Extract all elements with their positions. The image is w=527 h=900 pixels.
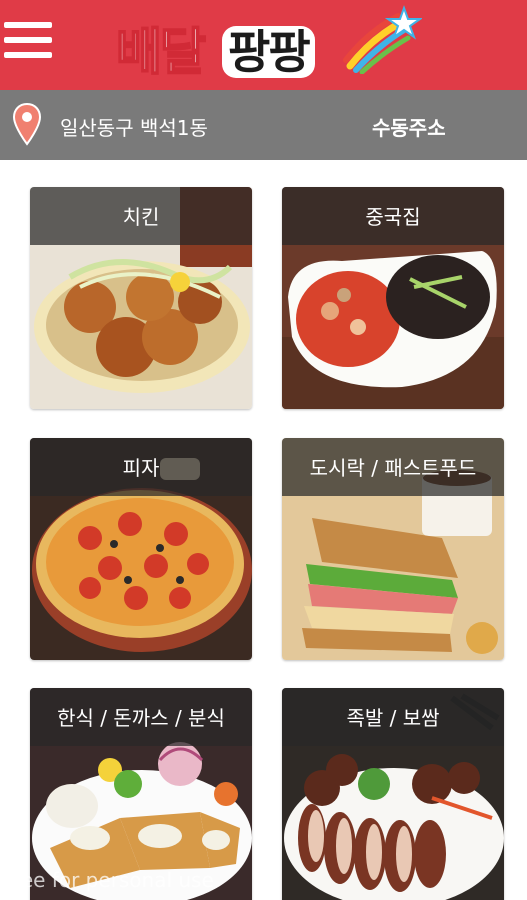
category-label: 도시락 / 패스트푸드 (309, 456, 477, 480)
category-label: 족발 / 보쌈 (346, 706, 440, 730)
category-label: 치킨 (122, 205, 160, 229)
shooting-star-icon (343, 5, 422, 74)
category-label: 한식 / 돈까스 / 분식 (57, 706, 225, 730)
map-pin-icon (12, 102, 42, 146)
logo-text-part2: 팡팡 (222, 26, 315, 78)
address-bar: 일산동구 백석1동 수동주소 (0, 90, 527, 160)
category-grid: 치킨 중국집 피자 도시락 / 패스트푸드 한식 / 돈까스 / 분식 족발 /… (0, 160, 527, 900)
category-label: 중국집 (365, 205, 421, 229)
category-card-fastfood[interactable]: 도시락 / 패스트푸드 (282, 438, 504, 660)
manual-address-button[interactable]: 수동주소 (372, 112, 446, 141)
category-card-chicken[interactable]: 치킨 (30, 187, 252, 409)
hamburger-menu-icon[interactable] (4, 22, 52, 64)
current-address: 일산동구 백석1동 (60, 116, 208, 140)
watermark: free for personal use (6, 868, 214, 892)
category-label: 피자 (122, 456, 160, 480)
app-logo: 배달 팡팡 (112, 0, 422, 90)
logo-text-part1: 배달 (115, 22, 207, 82)
category-card-jokbal[interactable]: 족발 / 보쌈 (282, 688, 504, 900)
category-card-chinese[interactable]: 중국집 (282, 187, 504, 409)
app-header: 배달 팡팡 (0, 0, 527, 90)
category-card-pizza[interactable]: 피자 (30, 438, 252, 660)
